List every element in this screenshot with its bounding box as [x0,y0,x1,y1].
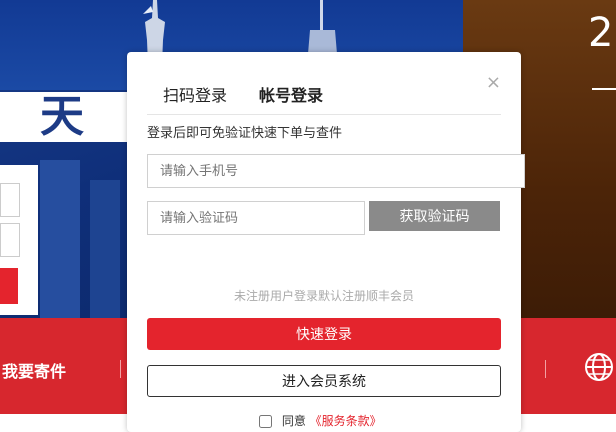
login-hint: 登录后即可免验证快速下单与查件 [147,126,343,141]
hero-banner-text: 天 [40,91,84,142]
tab-account-login[interactable]: 帐号登录 [259,82,323,106]
nav-divider [120,360,121,378]
globe-icon[interactable] [584,352,614,382]
ship-nav-item[interactable]: 我要寄件 [2,358,66,382]
hero-big-text: 2 [588,10,614,56]
login-modal: 扫码登录 帐号登录 × 登录后即可免验证快速下单与查件 获取验证码 未注册用户登… [127,52,525,432]
terms-link[interactable]: 《服务条款》 [310,414,382,428]
left-search-field[interactable] [0,183,20,217]
quick-login-button[interactable]: 快速登录 [147,318,501,350]
agree-checkbox[interactable] [259,415,272,428]
agree-label: 同意 [281,414,306,428]
verification-code-input[interactable] [147,201,365,235]
get-code-button[interactable]: 获取验证码 [369,201,500,231]
nav-divider [545,360,546,378]
hero-dash [592,88,616,90]
register-notice: 未注册用户登录默认注册顺丰会员 [233,289,414,303]
close-icon[interactable]: × [486,72,501,93]
member-system-button[interactable]: 进入会员系统 [147,365,501,397]
left-input-field[interactable] [0,223,20,257]
left-red-button[interactable] [0,268,18,304]
agree-row: 同意 《服务条款》 [259,412,382,429]
hero-banner-text-box: 天 [0,92,130,142]
tab-qr-login[interactable]: 扫码登录 [163,82,227,106]
phone-input[interactable] [147,154,525,188]
login-tabs: 扫码登录 帐号登录 [147,74,501,115]
